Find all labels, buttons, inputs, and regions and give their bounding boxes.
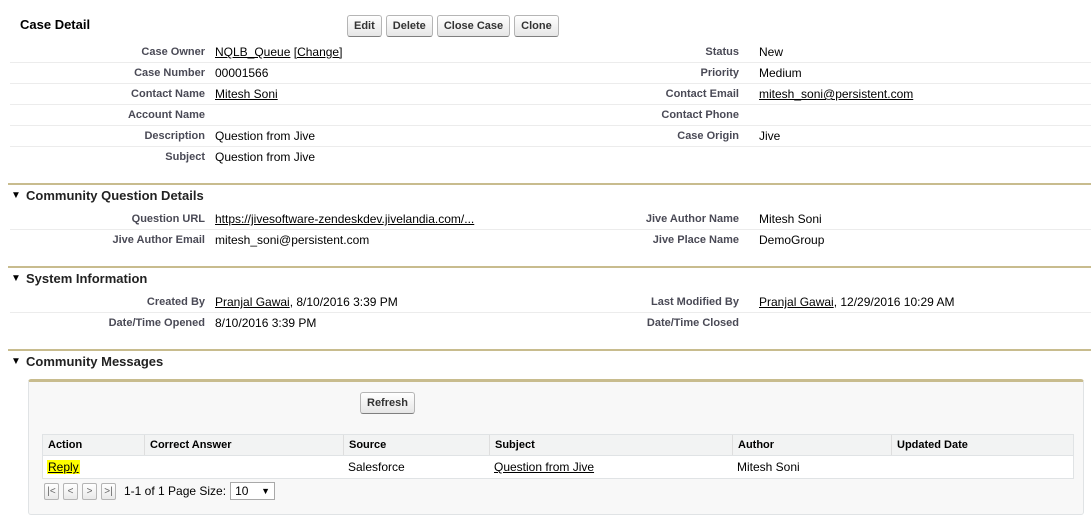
source-cell: Salesforce: [348, 460, 405, 474]
contact-email-label: Contact Email: [665, 88, 739, 100]
refresh-button[interactable]: Refresh: [360, 392, 415, 414]
detail-row-number: Case Number 00001566 Priority Medium: [10, 62, 1091, 84]
previous-page-icon[interactable]: <: [63, 482, 78, 500]
created-by-date: , 8/10/2016 3:39 PM: [289, 295, 398, 309]
case-owner-label: Case Owner: [141, 46, 205, 58]
messages-table: Action Correct Answer Source Subject Aut…: [42, 434, 1074, 479]
detail-row-account: Account Name Contact Phone: [10, 104, 1091, 126]
column-header-action[interactable]: Action: [43, 435, 144, 455]
case-origin-value: Jive: [759, 129, 781, 143]
column-header-author[interactable]: Author: [732, 435, 891, 455]
date-opened-value: 8/10/2016 3:39 PM: [215, 316, 317, 330]
description-label: Description: [144, 130, 205, 142]
sys-row-created: Created By Pranjal Gawai, 8/10/2016 3:39…: [10, 291, 1091, 313]
community-messages-panel: Refresh Action Correct Answer Source Sub…: [28, 379, 1084, 515]
delete-button[interactable]: Delete: [385, 15, 433, 37]
cq-row-email: Jive Author Email mitesh_soni@persistent…: [10, 229, 1091, 250]
next-page-icon[interactable]: >: [82, 482, 97, 500]
subject-label: Subject: [165, 151, 205, 163]
last-modified-date: , 12/29/2016 10:29 AM: [833, 295, 955, 309]
created-by-user-link[interactable]: Pranjal Gawai: [215, 295, 290, 309]
column-header-updated-date[interactable]: Updated Date: [891, 435, 1073, 455]
detail-row-description: Description Question from Jive Case Orig…: [10, 125, 1091, 147]
section-header-community-question[interactable]: ▼ Community Question Details: [8, 183, 1091, 207]
case-origin-label: Case Origin: [677, 130, 739, 142]
contact-phone-label: Contact Phone: [661, 109, 739, 121]
page-title: Case Detail: [20, 17, 91, 32]
jive-author-name-value: Mitesh Soni: [759, 212, 822, 226]
column-header-subject[interactable]: Subject: [489, 435, 732, 455]
detail-button-bar: Edit Delete Close Case Clone: [347, 15, 559, 37]
detail-row-contact: Contact Name Mitesh Soni Contact Email m…: [10, 83, 1091, 105]
pagination-summary: 1-1 of 1 Page Size:: [124, 484, 227, 498]
jive-author-email-value: mitesh_soni@persistent.com: [215, 233, 370, 247]
contact-name-link[interactable]: Mitesh Soni: [215, 87, 278, 101]
date-opened-label: Date/Time Opened: [108, 317, 205, 329]
cq-row-url: Question URL https://jivesoftware-zendes…: [10, 208, 1091, 230]
account-name-label: Account Name: [127, 109, 205, 121]
section-header-community-messages[interactable]: ▼ Community Messages: [8, 349, 1091, 373]
created-by-value: Pranjal Gawai, 8/10/2016 3:39 PM: [215, 295, 398, 309]
reply-link[interactable]: Reply: [47, 460, 80, 474]
column-header-correct-answer[interactable]: Correct Answer: [144, 435, 343, 455]
first-page-icon[interactable]: |<: [44, 482, 59, 500]
date-closed-label: Date/Time Closed: [646, 317, 739, 329]
case-owner-link[interactable]: NQLB_Queue: [215, 45, 290, 59]
last-modified-label: Last Modified By: [650, 296, 739, 308]
clone-button[interactable]: Clone: [514, 15, 559, 37]
case-number-value: 00001566: [215, 66, 269, 80]
last-modified-user-link[interactable]: Pranjal Gawai: [759, 295, 834, 309]
description-value: Question from Jive: [215, 129, 316, 143]
section-title: Community Messages: [26, 354, 164, 369]
section-header-system-info[interactable]: ▼ System Information: [8, 266, 1091, 290]
change-owner-link[interactable]: [Change]: [294, 45, 343, 59]
last-modified-value: Pranjal Gawai, 12/29/2016 10:29 AM: [759, 295, 954, 309]
author-cell: Mitesh Soni: [737, 460, 800, 474]
table-row: Reply Salesforce Question from Jive Mite…: [43, 456, 1073, 478]
collapse-triangle-icon[interactable]: ▼: [11, 273, 21, 284]
case-owner-value: NQLB_Queue [Change]: [215, 45, 342, 59]
page-size-select[interactable]: 10 ▼: [230, 482, 276, 500]
contact-name-label: Contact Name: [131, 88, 205, 100]
section-title: System Information: [26, 271, 148, 286]
priority-label: Priority: [700, 67, 739, 79]
priority-value: Medium: [759, 66, 802, 80]
column-header-source[interactable]: Source: [343, 435, 489, 455]
question-url-label: Question URL: [131, 213, 205, 225]
question-url-link[interactable]: https://jivesoftware-zendeskdev.jiveland…: [215, 212, 474, 226]
contact-email-link[interactable]: mitesh_soni@persistent.com: [759, 87, 913, 101]
status-label: Status: [705, 46, 739, 58]
section-title: Community Question Details: [26, 188, 204, 203]
collapse-triangle-icon[interactable]: ▼: [11, 356, 21, 367]
detail-row-subject: Subject Question from Jive: [10, 146, 1091, 167]
close-case-button[interactable]: Close Case: [436, 15, 511, 37]
subject-value: Question from Jive: [215, 150, 316, 164]
sys-row-dates: Date/Time Opened 8/10/2016 3:39 PM Date/…: [10, 312, 1091, 333]
last-page-icon[interactable]: >|: [101, 482, 116, 500]
subject-link[interactable]: Question from Jive: [494, 460, 594, 474]
dropdown-arrow-icon: ▼: [261, 486, 271, 496]
case-number-label: Case Number: [134, 67, 205, 79]
detail-row-owner: Case Owner NQLB_Queue [Change] Status Ne…: [10, 41, 1091, 63]
created-by-label: Created By: [146, 296, 205, 308]
table-header: Action Correct Answer Source Subject Aut…: [43, 435, 1073, 456]
status-value: New: [759, 45, 784, 59]
pagination-bar: |< < > >| 1-1 of 1 Page Size: 10 ▼: [44, 482, 276, 500]
jive-place-name-value: DemoGroup: [759, 233, 825, 247]
page-size-value: 10: [235, 484, 249, 498]
jive-place-name-label: Jive Place Name: [652, 234, 739, 246]
edit-button[interactable]: Edit: [347, 15, 382, 37]
collapse-triangle-icon[interactable]: ▼: [11, 190, 21, 201]
jive-author-name-label: Jive Author Name: [645, 213, 739, 225]
jive-author-email-label: Jive Author Email: [112, 234, 205, 246]
